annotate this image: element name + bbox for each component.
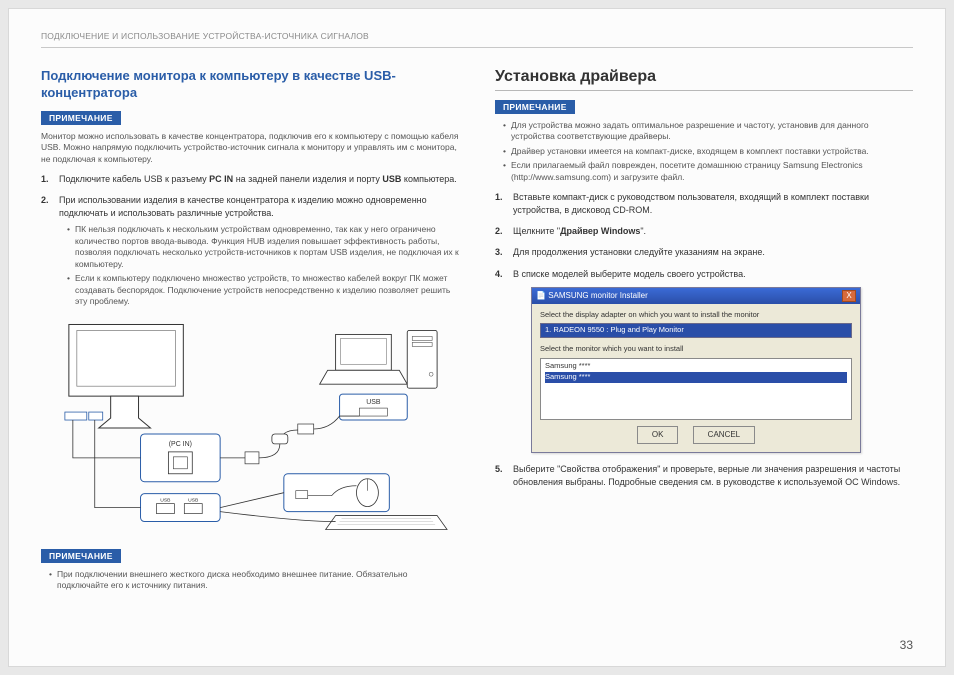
hub-step-2: При использовании изделия в качестве кон…: [41, 194, 459, 307]
installer-title: 📄 SAMSUNG monitor Installer: [536, 290, 648, 302]
driver-note-bullet: Драйвер установки имеется на компакт-дис…: [503, 146, 913, 157]
driver-step-1: Вставьте компакт-диск с руководством пол…: [495, 191, 913, 217]
manual-page: Подключение и использование устройства-и…: [8, 8, 946, 667]
list-item[interactable]: Samsung ****: [545, 361, 847, 372]
driver-step-2: Щелкните "Драйвер Windows".: [495, 225, 913, 238]
adapter-dropdown[interactable]: 1. RADEON 9550 : Plug and Play Monitor: [540, 323, 852, 338]
hub-sub-bullet: Если к компьютеру подключено множество у…: [67, 273, 459, 307]
close-icon[interactable]: X: [842, 290, 856, 302]
hub-section-title: Подключение монитора к компьютеру в каче…: [41, 68, 459, 102]
hub-sub-bullet: ПК нельзя подключать к нескольким устрой…: [67, 224, 459, 270]
diagram-svg: (PC IN) USB USB: [41, 316, 459, 536]
breadcrumb: Подключение и использование устройства-и…: [41, 31, 913, 48]
two-column-layout: Подключение монитора к компьютеру в каче…: [41, 68, 913, 600]
note-badge: ПРИМЕЧАНИЕ: [41, 549, 121, 563]
pc-in-label: (PC IN): [169, 441, 192, 448]
driver-step-5: Выберите "Свойства отображения" и провер…: [495, 463, 913, 489]
installer-monitor-label: Select the monitor which you want to ins…: [540, 344, 852, 355]
monitor-listbox[interactable]: Samsung **** Samsung ****: [540, 358, 852, 420]
left-column: Подключение монитора к компьютеру в каче…: [41, 68, 459, 600]
note-badge: ПРИМЕЧАНИЕ: [495, 100, 575, 114]
svg-text:USB: USB: [188, 497, 199, 503]
page-number: 33: [900, 638, 913, 652]
mouse-icon: [284, 473, 389, 511]
hub-intro: Монитор можно использовать в качестве ко…: [41, 131, 459, 165]
right-column: Установка драйвера ПРИМЕЧАНИЕ Для устрой…: [495, 68, 913, 600]
keyboard-icon: [326, 515, 447, 529]
driver-steps: Вставьте компакт-диск с руководством пол…: [495, 191, 913, 489]
cancel-button[interactable]: CANCEL: [693, 426, 755, 444]
note-badge: ПРИМЕЧАНИЕ: [41, 111, 121, 125]
installer-adapter-label: Select the display adapter on which you …: [540, 310, 852, 321]
driver-section-title: Установка драйвера: [495, 68, 913, 91]
desktop-icon: [407, 330, 437, 388]
driver-note-bullet: Для устройства можно задать оптимальное …: [503, 120, 913, 143]
svg-text:USB: USB: [366, 399, 381, 406]
ok-button[interactable]: OK: [637, 426, 679, 444]
driver-note-bullet: Если прилагаемый файл поврежден, посетит…: [503, 160, 913, 183]
driver-step-4: В списке моделей выберите модель своего …: [495, 268, 913, 453]
hub-steps: Подключите кабель USB к разъему PC IN на…: [41, 173, 459, 307]
external-power-note: При подключении внешнего жесткого диска …: [49, 569, 459, 592]
installer-window: 📄 SAMSUNG monitor Installer X Select the…: [531, 287, 861, 453]
installer-titlebar: 📄 SAMSUNG monitor Installer X: [532, 288, 860, 304]
list-item[interactable]: Samsung ****: [545, 372, 847, 383]
connection-diagram: (PC IN) USB USB: [41, 316, 459, 536]
hub-step-1: Подключите кабель USB к разъему PC IN на…: [41, 173, 459, 186]
driver-step-3: Для продолжения установки следуйте указа…: [495, 246, 913, 259]
laptop-icon: [320, 334, 408, 384]
svg-text:USB: USB: [160, 497, 171, 503]
